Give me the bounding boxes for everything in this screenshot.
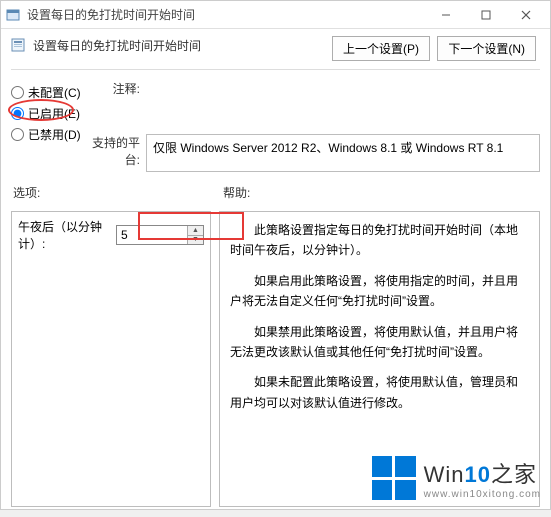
radio-disabled-label: 已禁用(D) [28,126,81,143]
spin-up-icon[interactable]: ▲ [188,226,203,236]
help-paragraph: 如果未配置此策略设置，将使用默认值，管理员和用户均可以对该默认值进行修改。 [230,372,529,413]
spin-arrows: ▲ ▼ [187,226,203,244]
radio-not-configured-label: 未配置(C) [28,84,81,101]
options-label: 选项: [13,184,221,201]
radio-not-configured[interactable]: 未配置(C) [11,84,86,101]
config-area: 未配置(C) 已启用(E) 已禁用(D) 注释: 支持的平台: [11,78,540,178]
app-icon [5,7,21,23]
platform-box[interactable]: 仅限 Windows Server 2012 R2、Windows 8.1 或 … [146,134,540,172]
minutes-input[interactable] [117,226,187,244]
minutes-label: 午夜后（以分钟计）: [18,218,110,252]
radio-enabled[interactable]: 已启用(E) [11,105,86,122]
meta-column: 注释: 支持的平台: 仅限 Windows Server 2012 R2、Win… [86,78,540,178]
maximize-button[interactable] [466,2,506,28]
platform-row: 支持的平台: 仅限 Windows Server 2012 R2、Windows… [86,134,540,172]
radio-not-configured-input[interactable] [11,86,24,99]
prev-setting-button[interactable]: 上一个设置(P) [332,36,430,61]
help-paragraph: 如果启用此策略设置，将使用指定的时间，并且用户将无法自定义任何“免打扰时间”设置… [230,271,529,312]
radio-group: 未配置(C) 已启用(E) 已禁用(D) [11,78,86,178]
radio-disabled-input[interactable] [11,128,24,141]
comment-label: 注释: [86,80,146,97]
help-label: 帮助: [223,184,250,201]
minimize-button[interactable] [426,2,466,28]
radio-enabled-input[interactable] [11,107,24,120]
page-title: 设置每日的免打扰时间开始时间 [33,37,201,54]
window-title: 设置每日的免打扰时间开始时间 [27,6,426,23]
help-pane[interactable]: 此策略设置指定每日的免打扰时间开始时间（本地时间午夜后，以分钟计）。 如果启用此… [219,211,540,507]
spin-down-icon[interactable]: ▼ [188,236,203,245]
lower-panes: 午夜后（以分钟计）: ▲ ▼ 此策略设置指定每日的免打扰时间开始时间（本地时间午… [11,211,540,507]
minutes-option-row: 午夜后（以分钟计）: ▲ ▼ [18,218,204,252]
dialog-window: 设置每日的免打扰时间开始时间 设置每日的免打扰时间开始时间 上一个设置(P) 下… [0,0,551,510]
radio-disabled[interactable]: 已禁用(D) [11,126,86,143]
page-icon [11,38,27,54]
lower-labels: 选项: 帮助: [11,178,540,203]
titlebar: 设置每日的免打扰时间开始时间 [1,1,550,29]
platform-text: 仅限 Windows Server 2012 R2、Windows 8.1 或 … [153,141,503,155]
comment-row: 注释: [86,80,540,128]
radio-enabled-label: 已启用(E) [28,105,80,122]
comment-value [146,80,540,128]
close-button[interactable] [506,2,546,28]
minutes-spinbox[interactable]: ▲ ▼ [116,225,204,245]
next-setting-button[interactable]: 下一个设置(N) [437,36,536,61]
platform-value-wrap: 仅限 Windows Server 2012 R2、Windows 8.1 或 … [146,134,540,172]
help-paragraph: 此策略设置指定每日的免打扰时间开始时间（本地时间午夜后，以分钟计）。 [230,220,529,261]
help-paragraph: 如果禁用此策略设置，将使用默认值，并且用户将无法更改该默认值或其他任何“免打扰时… [230,322,529,363]
options-pane: 午夜后（以分钟计）: ▲ ▼ [11,211,211,507]
content-area: 设置每日的免打扰时间开始时间 上一个设置(P) 下一个设置(N) 未配置(C) … [1,29,550,517]
platform-label: 支持的平台: [86,134,146,168]
separator [11,69,540,70]
